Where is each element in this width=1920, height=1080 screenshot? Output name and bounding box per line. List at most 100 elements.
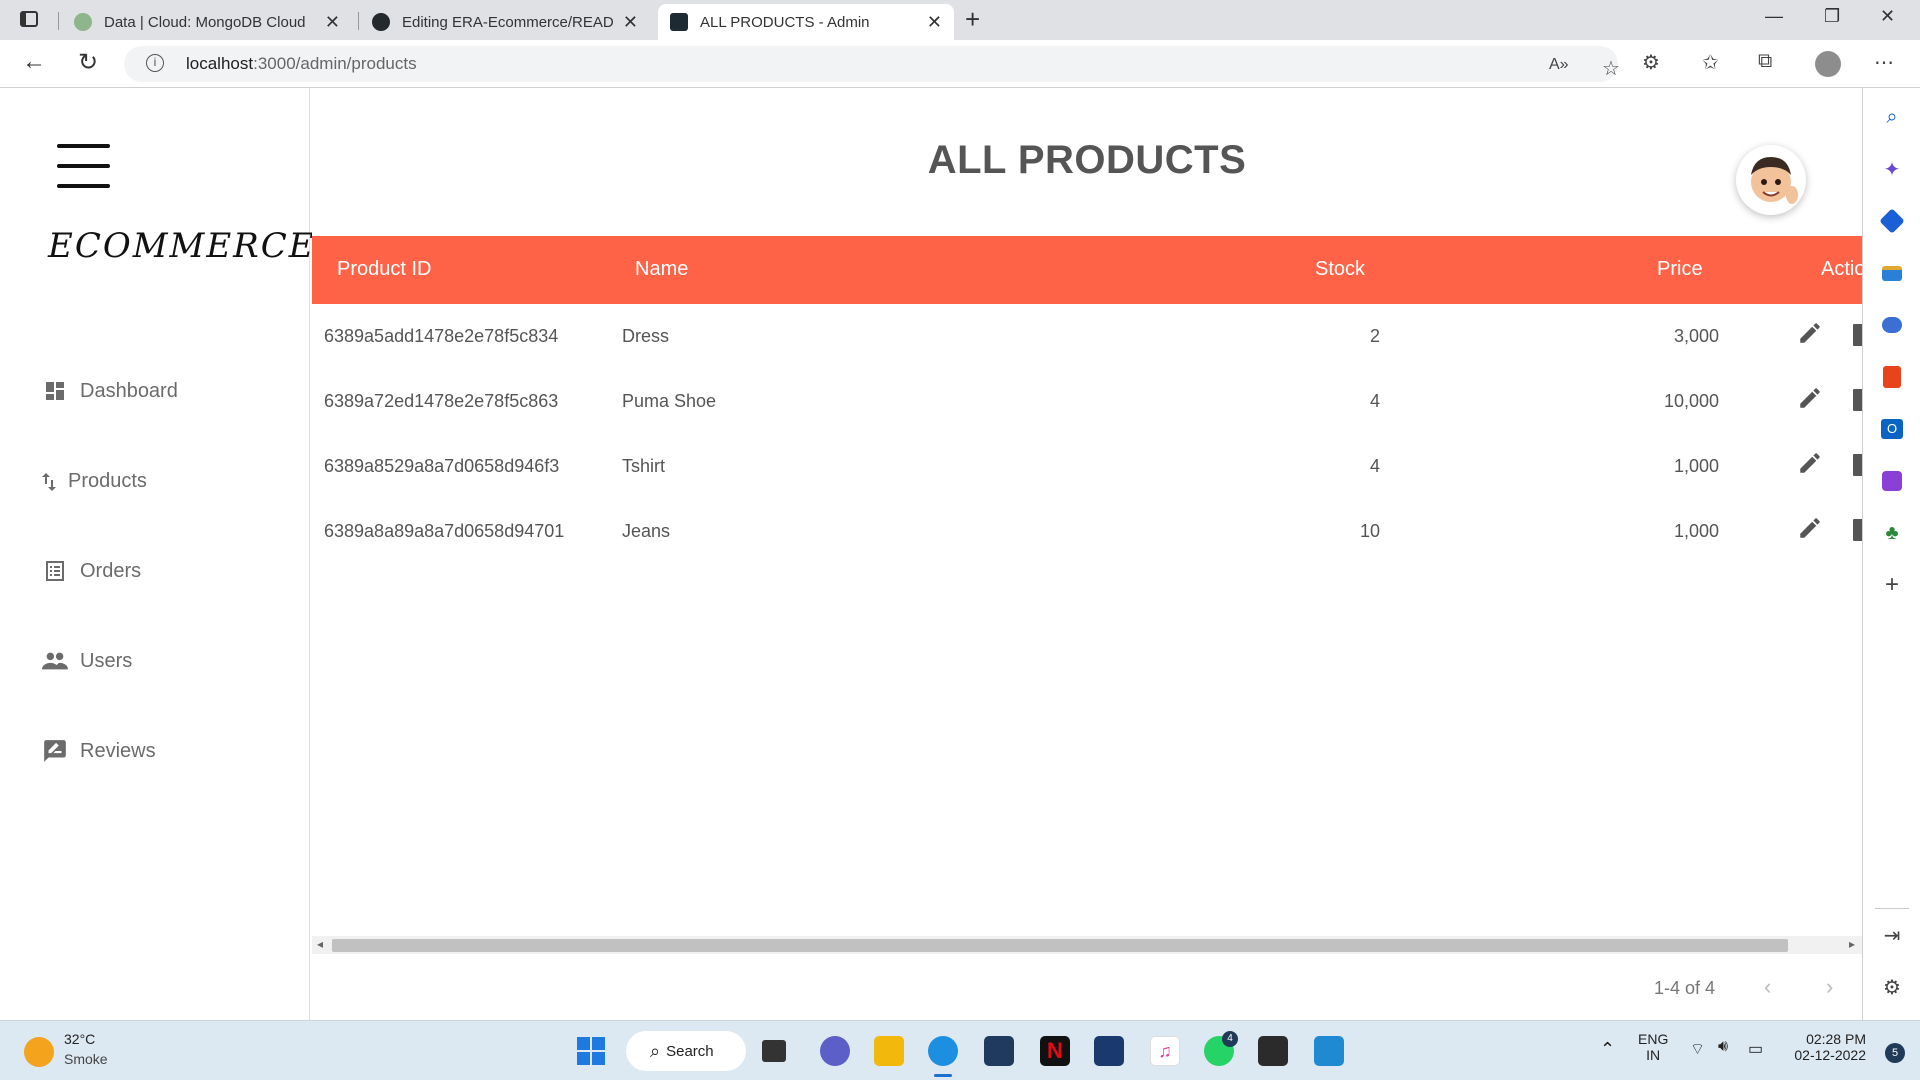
rate-review-icon bbox=[42, 738, 68, 764]
itunes-icon[interactable]: ♫ bbox=[1150, 1036, 1180, 1066]
close-tab-icon[interactable]: ✕ bbox=[623, 12, 638, 33]
show-hidden-icons-icon[interactable]: ⌃ bbox=[1600, 1039, 1615, 1060]
notification-badge[interactable]: 5 bbox=[1885, 1043, 1905, 1063]
react-icon bbox=[670, 13, 688, 31]
tab-actions-icon[interactable] bbox=[20, 11, 38, 27]
vscode-icon[interactable] bbox=[1314, 1036, 1344, 1066]
next-page-icon[interactable]: › bbox=[1826, 974, 1833, 1000]
start-windows-icon[interactable] bbox=[576, 1036, 606, 1066]
scrollbar-thumb[interactable] bbox=[332, 939, 1788, 952]
search-icon[interactable]: ⌕ bbox=[1879, 104, 1905, 130]
menu-icon[interactable] bbox=[57, 144, 110, 188]
brand-logo[interactable]: ECOMMERCE. bbox=[48, 226, 328, 266]
designer-icon[interactable] bbox=[1879, 468, 1905, 494]
delete-icon[interactable] bbox=[1853, 389, 1862, 411]
profile-avatar[interactable] bbox=[1815, 51, 1841, 77]
file-explorer-icon[interactable] bbox=[874, 1036, 904, 1066]
tab-github[interactable]: Editing ERA-Ecommerce/README ✕ bbox=[360, 4, 650, 40]
search-label: Search bbox=[666, 1042, 714, 1060]
tools-briefcase-icon[interactable] bbox=[1879, 260, 1905, 286]
collections-icon[interactable]: ⧉ bbox=[1758, 50, 1772, 73]
weather-description: Smoke bbox=[64, 1051, 108, 1067]
minimize-icon[interactable]: — bbox=[1765, 6, 1783, 27]
sidebar-item-reviews[interactable]: Reviews bbox=[42, 738, 156, 764]
refresh-icon[interactable]: ↻ bbox=[78, 48, 98, 77]
previous-page-icon[interactable]: ‹ bbox=[1764, 974, 1771, 1000]
user-avatar[interactable] bbox=[1736, 145, 1806, 215]
netflix-icon[interactable]: N bbox=[1040, 1036, 1070, 1066]
extensions-icon[interactable]: ⚙ bbox=[1642, 50, 1660, 75]
delete-icon[interactable] bbox=[1853, 324, 1862, 346]
edge-sidebar: ⌕ ✦ O ♣ + ⇥ ⚙ bbox=[1862, 88, 1920, 1020]
restore-icon[interactable]: ❐ bbox=[1824, 6, 1840, 27]
outlook-icon[interactable]: O bbox=[1879, 416, 1905, 442]
task-view-icon[interactable] bbox=[762, 1040, 786, 1062]
horizontal-scrollbar[interactable]: ◂ ▸ bbox=[312, 936, 1862, 954]
table-row[interactable]: 6389a8a89a8a7d0658d94701 Jeans 10 1,000 bbox=[312, 499, 1862, 564]
sidebar-item-users[interactable]: Users bbox=[42, 648, 132, 674]
delete-icon[interactable] bbox=[1853, 454, 1862, 476]
delete-icon[interactable] bbox=[1853, 519, 1862, 541]
pagination-label: 1-4 of 4 bbox=[1654, 978, 1716, 998]
games-icon[interactable] bbox=[1879, 312, 1905, 338]
scroll-left-icon[interactable]: ◂ bbox=[317, 937, 323, 951]
table-row[interactable]: 6389a8529a8a7d0658d946f3 Tshirt 4 1,000 bbox=[312, 434, 1862, 499]
edit-icon[interactable] bbox=[1797, 515, 1823, 541]
edge-browser-icon[interactable] bbox=[928, 1036, 958, 1066]
sidebar-item-orders[interactable]: Orders bbox=[42, 558, 141, 584]
more-options-icon[interactable]: ⋯ bbox=[1874, 50, 1894, 75]
taskbar-search-button[interactable]: ⌕ Search bbox=[626, 1031, 746, 1071]
weather-icon[interactable] bbox=[24, 1037, 54, 1067]
sidebar-item-label: Products bbox=[68, 469, 147, 492]
close-window-icon[interactable]: ✕ bbox=[1880, 6, 1895, 27]
sidebar-item-products[interactable]: Products bbox=[42, 468, 147, 494]
clock[interactable]: 02:28 PM 02-12-2022 bbox=[1786, 1031, 1866, 1063]
hide-sidebar-icon[interactable]: ⇥ bbox=[1879, 922, 1905, 948]
favorites-icon[interactable]: ✩ bbox=[1702, 50, 1719, 75]
sidebar-item-label: Dashboard bbox=[80, 379, 178, 402]
scroll-right-icon[interactable]: ▸ bbox=[1849, 937, 1855, 951]
read-aloud-icon[interactable]: A» bbox=[1549, 56, 1569, 74]
dropbox-icon[interactable] bbox=[984, 1036, 1014, 1066]
teams-chat-icon[interactable] bbox=[820, 1036, 850, 1066]
cell-stock: 4 bbox=[1369, 456, 1380, 476]
new-tab-icon[interactable]: + bbox=[965, 4, 980, 35]
url-field[interactable]: i localhost:3000/admin/products A» ☆ bbox=[124, 46, 1620, 82]
shopping-tag-icon[interactable] bbox=[1879, 208, 1905, 234]
windows-taskbar: 32°C Smoke ⌕ Search N ♫ 4 ⌃ ENG IN ⌔ 🔊︎ … bbox=[0, 1020, 1920, 1080]
tree-icon[interactable]: ♣ bbox=[1879, 520, 1905, 546]
language-indicator[interactable]: ENG IN bbox=[1638, 1031, 1668, 1063]
sidebar-item-label: Reviews bbox=[80, 739, 156, 762]
tab-title: ALL PRODUCTS - Admin bbox=[700, 13, 870, 31]
terminal-icon[interactable] bbox=[1258, 1036, 1288, 1066]
edit-icon[interactable] bbox=[1797, 385, 1823, 411]
header-name[interactable]: Name bbox=[635, 258, 688, 281]
close-tab-icon[interactable]: ✕ bbox=[325, 12, 340, 33]
admin-sidebar: ECOMMERCE. Dashboard Products Orders Use… bbox=[0, 88, 326, 1020]
tab-mongodb[interactable]: Data | Cloud: MongoDB Cloud ✕ bbox=[62, 4, 352, 40]
prime-video-icon[interactable] bbox=[1094, 1036, 1124, 1066]
edit-icon[interactable] bbox=[1797, 450, 1823, 476]
sidebar-item-dashboard[interactable]: Dashboard bbox=[42, 378, 178, 404]
tab-all-products[interactable]: ALL PRODUCTS - Admin ✕ bbox=[658, 4, 954, 40]
cell-product-id: 6389a8a89a8a7d0658d94701 bbox=[324, 521, 565, 541]
header-stock[interactable]: Stock bbox=[1315, 258, 1365, 281]
header-price[interactable]: Price bbox=[1657, 258, 1703, 281]
header-actions[interactable]: Actions bbox=[1821, 258, 1862, 281]
sidebar-settings-icon[interactable]: ⚙ bbox=[1879, 974, 1905, 1000]
volume-icon[interactable]: 🔊︎ bbox=[1718, 1038, 1728, 1056]
table-row[interactable]: 6389a72ed1478e2e78f5c863 Puma Shoe 4 10,… bbox=[312, 369, 1862, 434]
cell-product-id: 6389a8529a8a7d0658d946f3 bbox=[324, 456, 560, 476]
site-info-icon[interactable]: i bbox=[146, 54, 164, 72]
table-row[interactable]: 6389a5add1478e2e78f5c834 Dress 2 3,000 bbox=[312, 304, 1862, 369]
header-product-id[interactable]: Product ID bbox=[337, 258, 431, 281]
back-icon[interactable]: ← bbox=[22, 48, 46, 76]
battery-icon[interactable]: ▭ bbox=[1748, 1039, 1763, 1059]
add-favorite-icon[interactable]: ☆ bbox=[1602, 56, 1620, 81]
office-icon[interactable] bbox=[1879, 364, 1905, 390]
copilot-sparkle-icon[interactable]: ✦ bbox=[1879, 156, 1905, 182]
wifi-icon[interactable]: ⌔ bbox=[1690, 1039, 1705, 1059]
close-tab-icon[interactable]: ✕ bbox=[927, 12, 942, 33]
edit-icon[interactable] bbox=[1797, 320, 1823, 346]
add-sidebar-app-icon[interactable]: + bbox=[1879, 571, 1905, 598]
